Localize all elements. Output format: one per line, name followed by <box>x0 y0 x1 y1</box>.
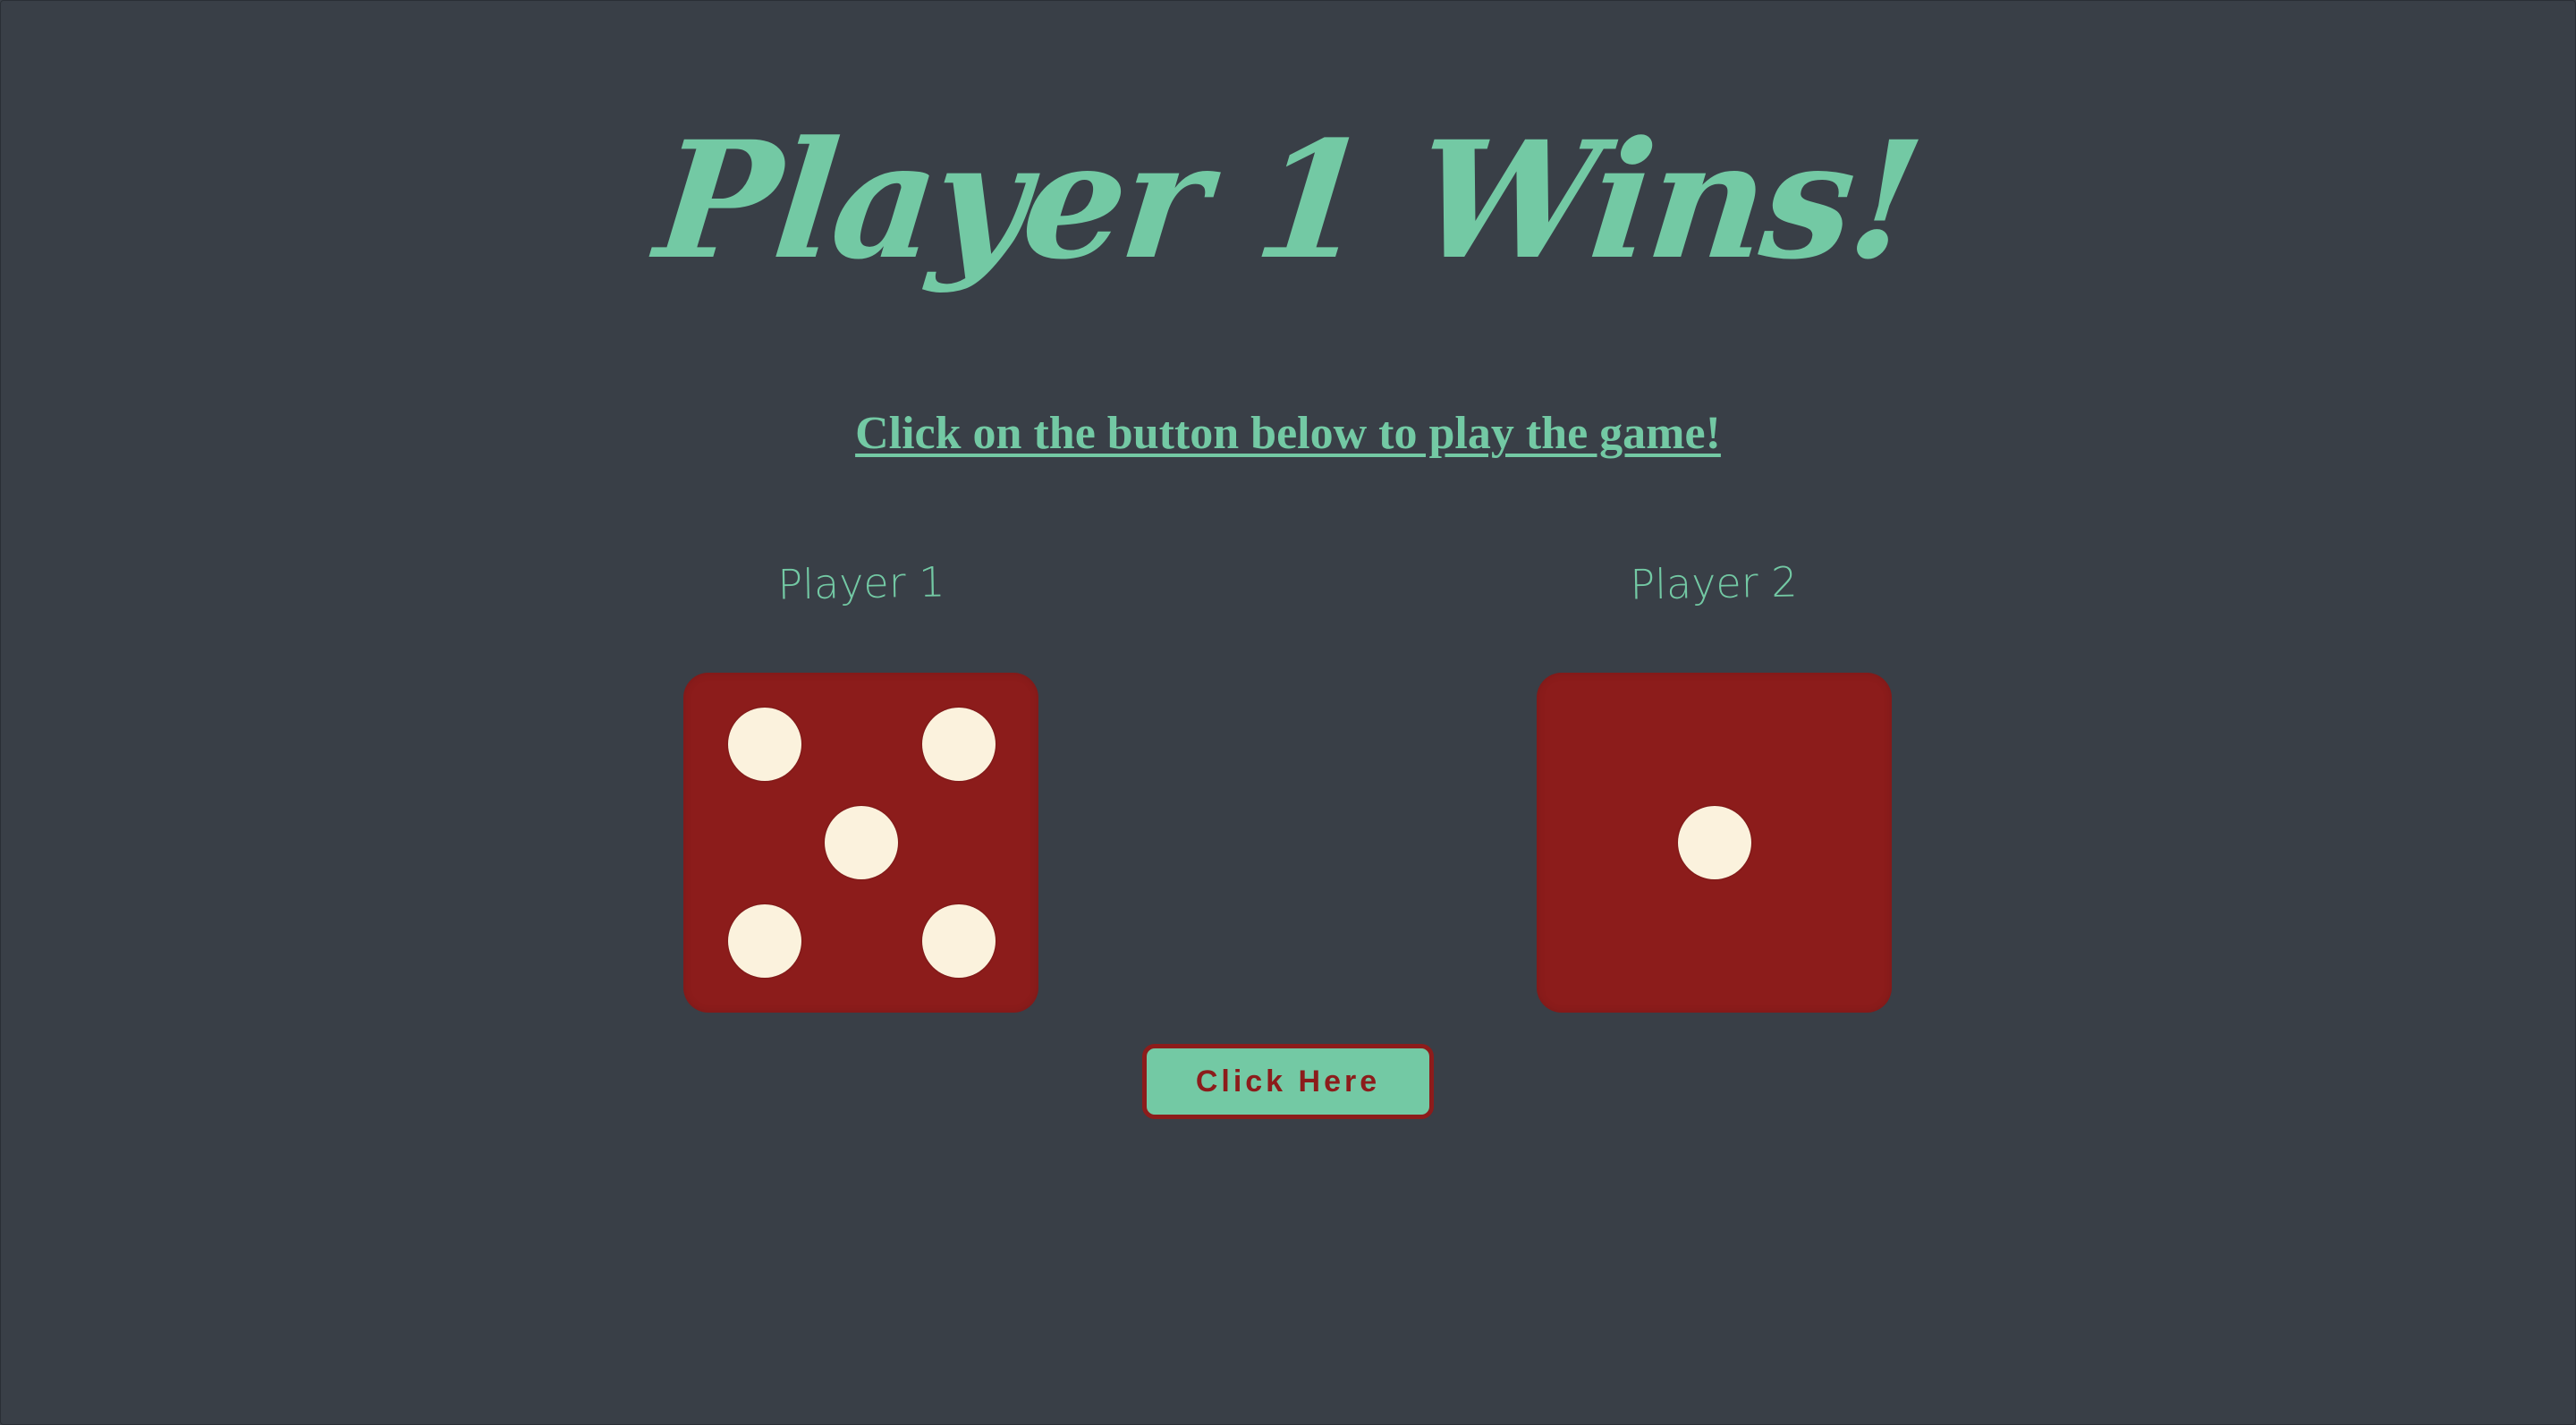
die-pip <box>728 708 801 781</box>
die-pip <box>728 904 801 978</box>
die-pip <box>922 708 996 781</box>
player-1-die <box>683 673 1038 1013</box>
roll-dice-button[interactable]: Click Here <box>1142 1044 1434 1119</box>
player-1-label: Player 1 <box>777 557 945 609</box>
instructions-text: Click on the button below to play the ga… <box>855 408 1721 459</box>
player-2-label: Player 2 <box>1630 557 1798 609</box>
player-2-die <box>1537 673 1892 1013</box>
page-title: Player 1 Wins! <box>648 106 1928 295</box>
die-pip <box>1678 806 1751 879</box>
die-pip <box>922 904 996 978</box>
die-pip <box>825 806 898 879</box>
